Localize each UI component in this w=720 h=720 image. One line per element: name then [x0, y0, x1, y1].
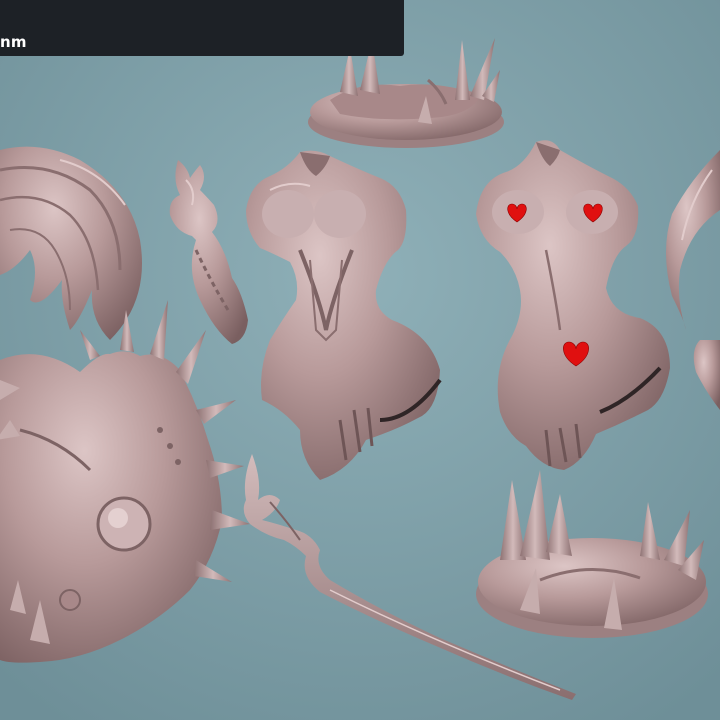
filename-label: nm: [0, 33, 27, 51]
sculpt-scene: [0, 0, 720, 720]
filename-label-bar: nm: [0, 0, 404, 56]
render-viewport: nm: [0, 0, 720, 720]
